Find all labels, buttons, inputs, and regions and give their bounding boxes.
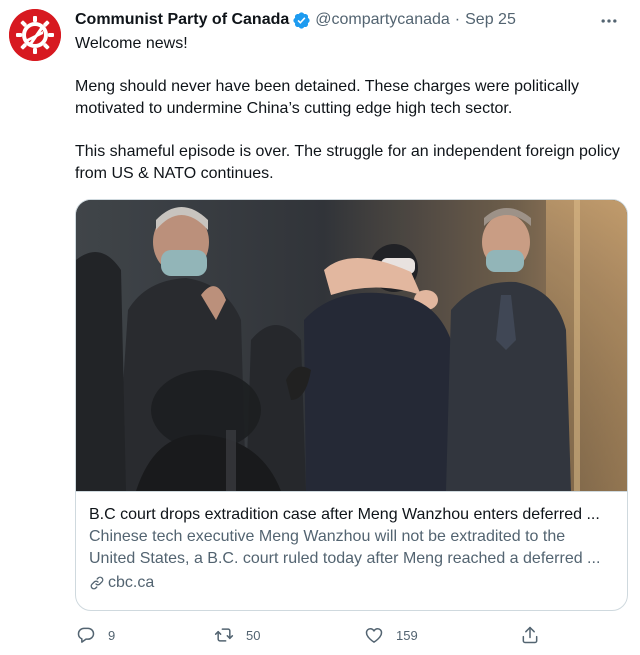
avatar[interactable] bbox=[9, 9, 61, 61]
tweet-date[interactable]: Sep 25 bbox=[465, 11, 516, 29]
action-bar: 9 50 159 bbox=[74, 622, 554, 648]
separator-dot: · bbox=[454, 11, 461, 28]
link-card[interactable]: B.C court drops extradition case after M… bbox=[75, 199, 628, 611]
card-domain-text: cbc.ca bbox=[108, 574, 155, 591]
tweet: Communist Party of Canada @compartycanad… bbox=[0, 0, 640, 655]
link-icon bbox=[90, 576, 104, 590]
card-domain: cbc.ca bbox=[89, 572, 614, 594]
reply-icon bbox=[77, 627, 95, 643]
retweet-button[interactable]: 50 bbox=[214, 625, 260, 645]
reply-count: 9 bbox=[108, 627, 116, 643]
tweet-paragraph: Meng should never have been detained. Th… bbox=[75, 78, 580, 117]
card-description-line: Chinese tech executive Meng Wanzhou will… bbox=[89, 528, 566, 545]
more-options-icon[interactable] bbox=[598, 10, 620, 32]
tweet-paragraph: This shameful episode is over. The strug… bbox=[75, 143, 620, 182]
tweet-header: Communist Party of Canada @compartycanad… bbox=[75, 9, 516, 31]
like-button[interactable]: 159 bbox=[364, 625, 418, 645]
card-image[interactable] bbox=[76, 200, 627, 491]
card-description: Chinese tech executive Meng Wanzhou will… bbox=[89, 526, 614, 570]
account-handle[interactable]: @compartycanada bbox=[315, 11, 450, 29]
tweet-text: Welcome news! Meng should never have bee… bbox=[75, 33, 620, 185]
party-logo-icon bbox=[9, 9, 61, 61]
heart-icon bbox=[365, 628, 383, 643]
retweet-count: 50 bbox=[246, 627, 261, 643]
retweet-icon bbox=[214, 628, 234, 642]
card-body[interactable]: B.C court drops extradition case after M… bbox=[76, 491, 627, 610]
tweet-paragraph: Welcome news! bbox=[75, 35, 188, 52]
share-icon bbox=[522, 626, 538, 644]
card-description-line: United States, a B.C. court ruled today … bbox=[89, 550, 601, 567]
share-button[interactable] bbox=[520, 625, 540, 645]
card-title: B.C court drops extradition case after M… bbox=[89, 506, 600, 523]
reply-button[interactable]: 9 bbox=[76, 625, 115, 645]
like-count: 159 bbox=[396, 627, 418, 643]
verified-badge-icon bbox=[292, 11, 311, 30]
account-name[interactable]: Communist Party of Canada bbox=[75, 11, 289, 29]
